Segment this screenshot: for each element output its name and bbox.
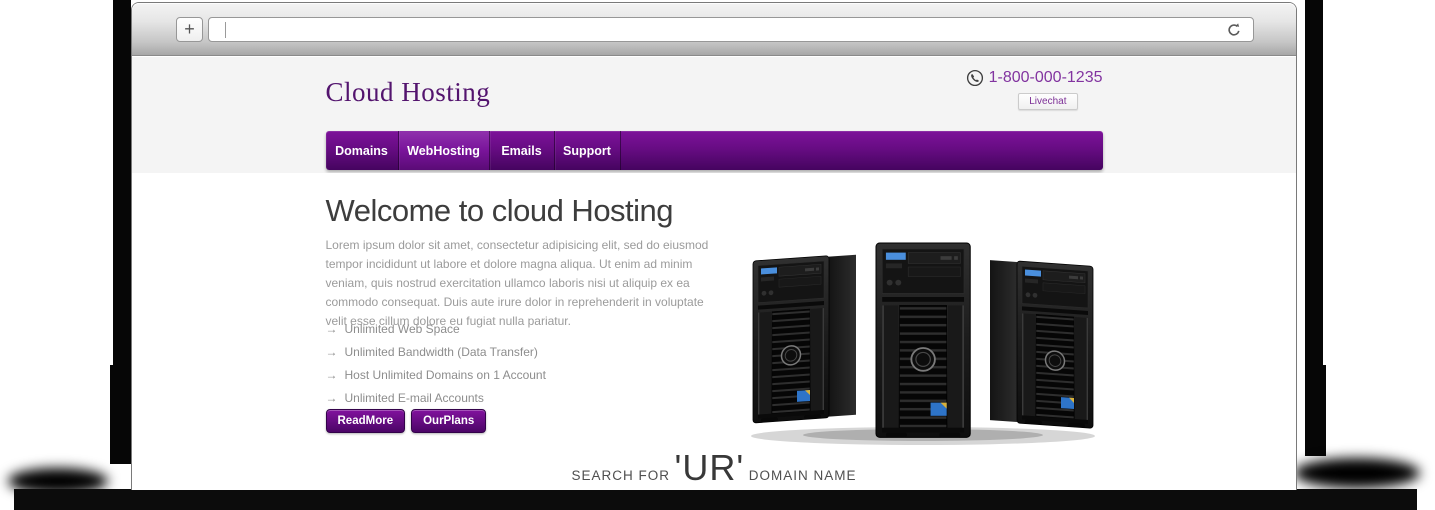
device-shadow-right: [1294, 458, 1420, 488]
refresh-icon[interactable]: [1225, 21, 1243, 39]
search-banner: SEARCH FOR 'UR' DOMAIN NAME: [132, 447, 1296, 489]
new-tab-button[interactable]: +: [176, 17, 203, 42]
nav-item-support[interactable]: Support: [555, 131, 621, 170]
url-input[interactable]: [229, 19, 1209, 40]
site-logo: Cloud Hosting: [326, 77, 491, 108]
arrow-bullet-icon: →: [326, 345, 338, 359]
arrow-bullet-icon: →: [326, 391, 338, 405]
screenshot-canvas: + Cloud Hosting: [0, 0, 1435, 510]
browser-window: + Cloud Hosting: [131, 2, 1297, 490]
nav-item-domains[interactable]: Domains: [326, 131, 399, 170]
phone-row: 1-800-000-1235: [966, 69, 1103, 87]
search-banner-highlight: 'UR': [675, 447, 745, 488]
arrow-bullet-icon: →: [326, 368, 338, 382]
feature-text: Unlimited Bandwidth (Data Transfer): [345, 345, 538, 359]
web-page: Cloud Hosting 1-800-000-1235 Livechat: [132, 57, 1296, 490]
url-bar[interactable]: [208, 17, 1254, 42]
hero-section: Welcome to cloud Hosting Lorem ipsum dol…: [132, 173, 1296, 490]
feature-item: → Unlimited Web Space: [326, 317, 546, 340]
device-frame-right-step: [1323, 365, 1326, 456]
feature-text: Host Unlimited Domains on 1 Account: [345, 368, 546, 382]
main-nav: Domains WebHosting Emails Support: [326, 131, 1103, 170]
page-title: Welcome to cloud Hosting: [326, 193, 674, 229]
search-banner-suffix: DOMAIN NAME: [749, 468, 857, 483]
phone-number: 1-800-000-1235: [989, 69, 1103, 87]
browser-toolbar: +: [132, 3, 1296, 56]
our-plans-button[interactable]: OurPlans: [411, 409, 486, 433]
site-header: Cloud Hosting 1-800-000-1235 Livechat: [132, 57, 1296, 173]
nav-item-emails[interactable]: Emails: [490, 131, 555, 170]
livechat-button[interactable]: Livechat: [1018, 93, 1077, 110]
cta-row: ReadMore OurPlans: [326, 409, 487, 433]
feature-item: → Unlimited Bandwidth (Data Transfer): [326, 340, 546, 363]
device-frame-right: [1305, 0, 1323, 456]
search-banner-prefix: SEARCH FOR: [572, 468, 671, 483]
phone-icon: [966, 69, 984, 87]
feature-text: Unlimited E-mail Accounts: [345, 391, 484, 405]
feature-text: Unlimited Web Space: [345, 322, 460, 336]
device-frame-left: [113, 0, 131, 464]
feature-item: → Unlimited E-mail Accounts: [326, 386, 546, 409]
feature-list: → Unlimited Web Space → Unlimited Bandwi…: [326, 317, 546, 409]
nav-item-webhosting[interactable]: WebHosting: [399, 131, 490, 170]
contact-block: 1-800-000-1235 Livechat: [966, 69, 1103, 110]
text-caret: [225, 22, 226, 38]
feature-item: → Host Unlimited Domains on 1 Account: [326, 363, 546, 386]
device-frame-left-step: [110, 365, 113, 464]
arrow-bullet-icon: →: [326, 322, 338, 336]
server-towers-image: [745, 239, 1101, 447]
read-more-button[interactable]: ReadMore: [326, 409, 406, 433]
device-frame-bottom: [14, 489, 1417, 510]
